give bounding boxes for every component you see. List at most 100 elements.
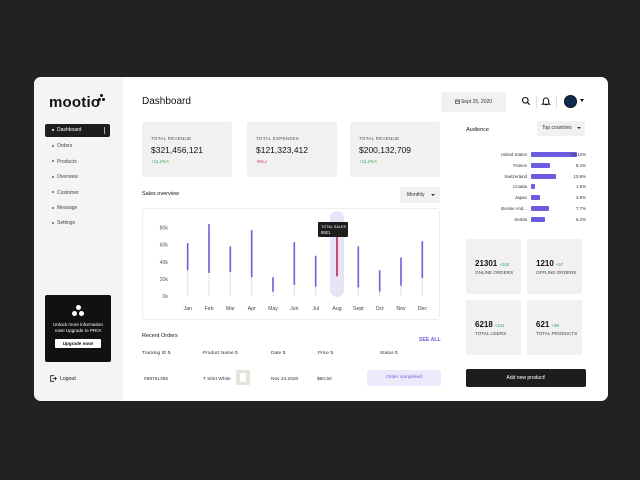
bell-icon[interactable] — [541, 96, 551, 106]
metric-value-wrap: 6218 +241 — [475, 320, 505, 329]
x-tick-label: Jan — [183, 306, 191, 312]
x-tick-label: Jul — [312, 306, 319, 312]
stat-change: -5%↙ — [256, 159, 269, 164]
logo-dots-icon — [98, 94, 106, 102]
country-percent: 10.8% — [573, 174, 586, 179]
column-header-product-name[interactable]: Product Name — [203, 350, 238, 356]
column-header-tracking-id[interactable]: Tracking ID — [142, 350, 171, 356]
stat-value: $200,132,709 — [359, 145, 411, 155]
upgrade-button[interactable]: Upgrade now! — [55, 339, 101, 348]
sales-overview-title: Sales overview — [142, 191, 179, 197]
metric-change: +38 — [551, 323, 559, 328]
audience-row: United States 20.12% — [452, 150, 586, 160]
column-header-price[interactable]: Price — [318, 350, 333, 356]
audience-row: Japan 3.8% — [452, 193, 586, 203]
x-tick-label: Aug — [332, 306, 341, 312]
header-divider — [536, 96, 537, 108]
bullet-icon — [52, 175, 54, 178]
country-name: United States — [500, 152, 527, 157]
header-divider — [556, 96, 557, 108]
sidebar-item-message[interactable]: Message — [45, 201, 110, 216]
country-name: Japan — [515, 195, 527, 200]
country-bar — [531, 152, 577, 157]
audience-row: France 8.4% — [452, 161, 586, 171]
y-tick-label: 60k — [160, 243, 169, 249]
date-picker[interactable]: Sept 25, 2020 — [441, 92, 506, 112]
x-tick-label: Sept — [353, 306, 364, 312]
stat-card-revenue: TOTAL REVENUE $321,456,121 +11,2%↖ — [142, 122, 232, 177]
metric-label: OFFLINE ORDERS — [536, 270, 577, 275]
brand-logo: mootio — [49, 94, 101, 111]
sidebar-item-label: Dashboard — [57, 127, 82, 133]
country-bar — [531, 195, 540, 200]
audience-row: Serbia 6.2% — [452, 215, 586, 225]
country-bar — [531, 174, 556, 179]
metric-card-total-products: 621 +38 TOTAL PRODUCTS — [527, 300, 582, 355]
logout-icon — [50, 375, 57, 382]
product-thumbnail — [236, 370, 250, 385]
stat-label: TOTAL EXPENSES — [256, 136, 300, 141]
x-tick-label: Feb — [205, 306, 214, 312]
sidebar-item-products[interactable]: Products — [45, 155, 110, 170]
avatar[interactable] — [564, 95, 577, 108]
sidebar-item-label: Orders — [57, 143, 73, 150]
tshirt-icon — [240, 373, 246, 382]
x-tick-label: Nov — [396, 306, 406, 312]
upgrade-promo-card: Unlock more information now! Upgrade to … — [45, 295, 111, 362]
bullet-icon — [52, 160, 54, 163]
metric-value-wrap: 621 +38 — [536, 320, 559, 329]
sidebar-item-settings[interactable]: Settings — [45, 216, 110, 231]
y-tick-label: 80k — [160, 226, 169, 232]
sidebar-item-dashboard[interactable]: Dashboard — [45, 124, 110, 137]
stat-change: +11,2%↖ — [359, 159, 379, 164]
bullet-icon — [52, 191, 54, 194]
metric-value: 6218 — [475, 320, 493, 329]
column-header-date[interactable]: Date — [271, 350, 286, 356]
status-badge: Order completed — [367, 370, 441, 386]
country-name: Switzerland — [504, 174, 527, 179]
audience-filter-dropdown[interactable]: Top countries — [537, 121, 585, 136]
y-tick-label: 20k — [160, 277, 169, 283]
sidebar-item-customer[interactable]: Customer — [45, 186, 110, 201]
audience-row: Switzerland 10.8% — [452, 172, 586, 182]
x-tick-label: Oct — [376, 306, 385, 312]
metric-label: TOTAL PRODUCTS — [536, 331, 578, 336]
cell-product-name: T Shirt White — [203, 377, 231, 382]
country-name: Serbia — [514, 217, 527, 222]
stat-card-expenses: TOTAL EXPENSES $121,323,412 -5%↙ — [247, 122, 337, 177]
bullet-icon — [52, 222, 54, 225]
tooltip-title: TOTAL SALES — [321, 225, 347, 229]
country-percent: 8.4% — [575, 163, 586, 168]
sidebar-item-orders[interactable]: Orders — [45, 139, 110, 154]
add-product-button[interactable]: Add new product! — [466, 369, 586, 387]
bullet-icon — [52, 145, 54, 148]
metric-card-total-users: 6218 +241 TOTAL USERS — [466, 300, 521, 355]
sidebar-item-label: Customer — [57, 189, 79, 196]
search-icon[interactable] — [521, 96, 531, 106]
metric-value-wrap: 21301 +240 — [475, 259, 509, 268]
cell-price: $60,50 — [317, 377, 332, 382]
stat-label: TOTAL REVENUE — [151, 136, 192, 141]
see-all-link[interactable]: SEE ALL — [419, 337, 441, 343]
x-tick-label: Jun — [290, 306, 298, 312]
metric-change: +241 — [494, 323, 505, 328]
period-dropdown[interactable]: Monthly — [400, 187, 440, 203]
tooltip-value: 8921 — [321, 230, 331, 235]
calendar-icon — [455, 99, 460, 104]
column-header-status[interactable]: Status — [380, 350, 398, 356]
page-title: Dashboard — [142, 96, 191, 107]
cluster-icon — [72, 305, 84, 316]
chevron-down-icon — [431, 194, 435, 196]
logout-button[interactable]: Logout — [50, 375, 76, 382]
metric-value-wrap: 1210 +57 — [536, 259, 563, 268]
country-name: Bosnie And... — [501, 206, 527, 211]
chevron-down-icon[interactable] — [580, 99, 584, 102]
recent-orders-title: Recent Orders — [142, 333, 178, 339]
metric-card-offline-orders: 1210 +57 OFFLINE ORDERS — [527, 239, 582, 294]
date-label: Sept 25, 2020 — [460, 99, 493, 105]
sidebar-item-overview[interactable]: Overview — [45, 170, 110, 185]
sales-chart: 0k 20k 40k 60k 80k Jan Feb Mar Apr May Jun Jul Aug Se… — [160, 211, 427, 312]
metric-value: 1210 — [536, 259, 554, 268]
sales-chart-panel: 0k 20k 40k 60k 80k Jan Feb Mar Apr May Jun Jul Aug Se… — [142, 208, 440, 320]
country-bar — [531, 206, 549, 211]
